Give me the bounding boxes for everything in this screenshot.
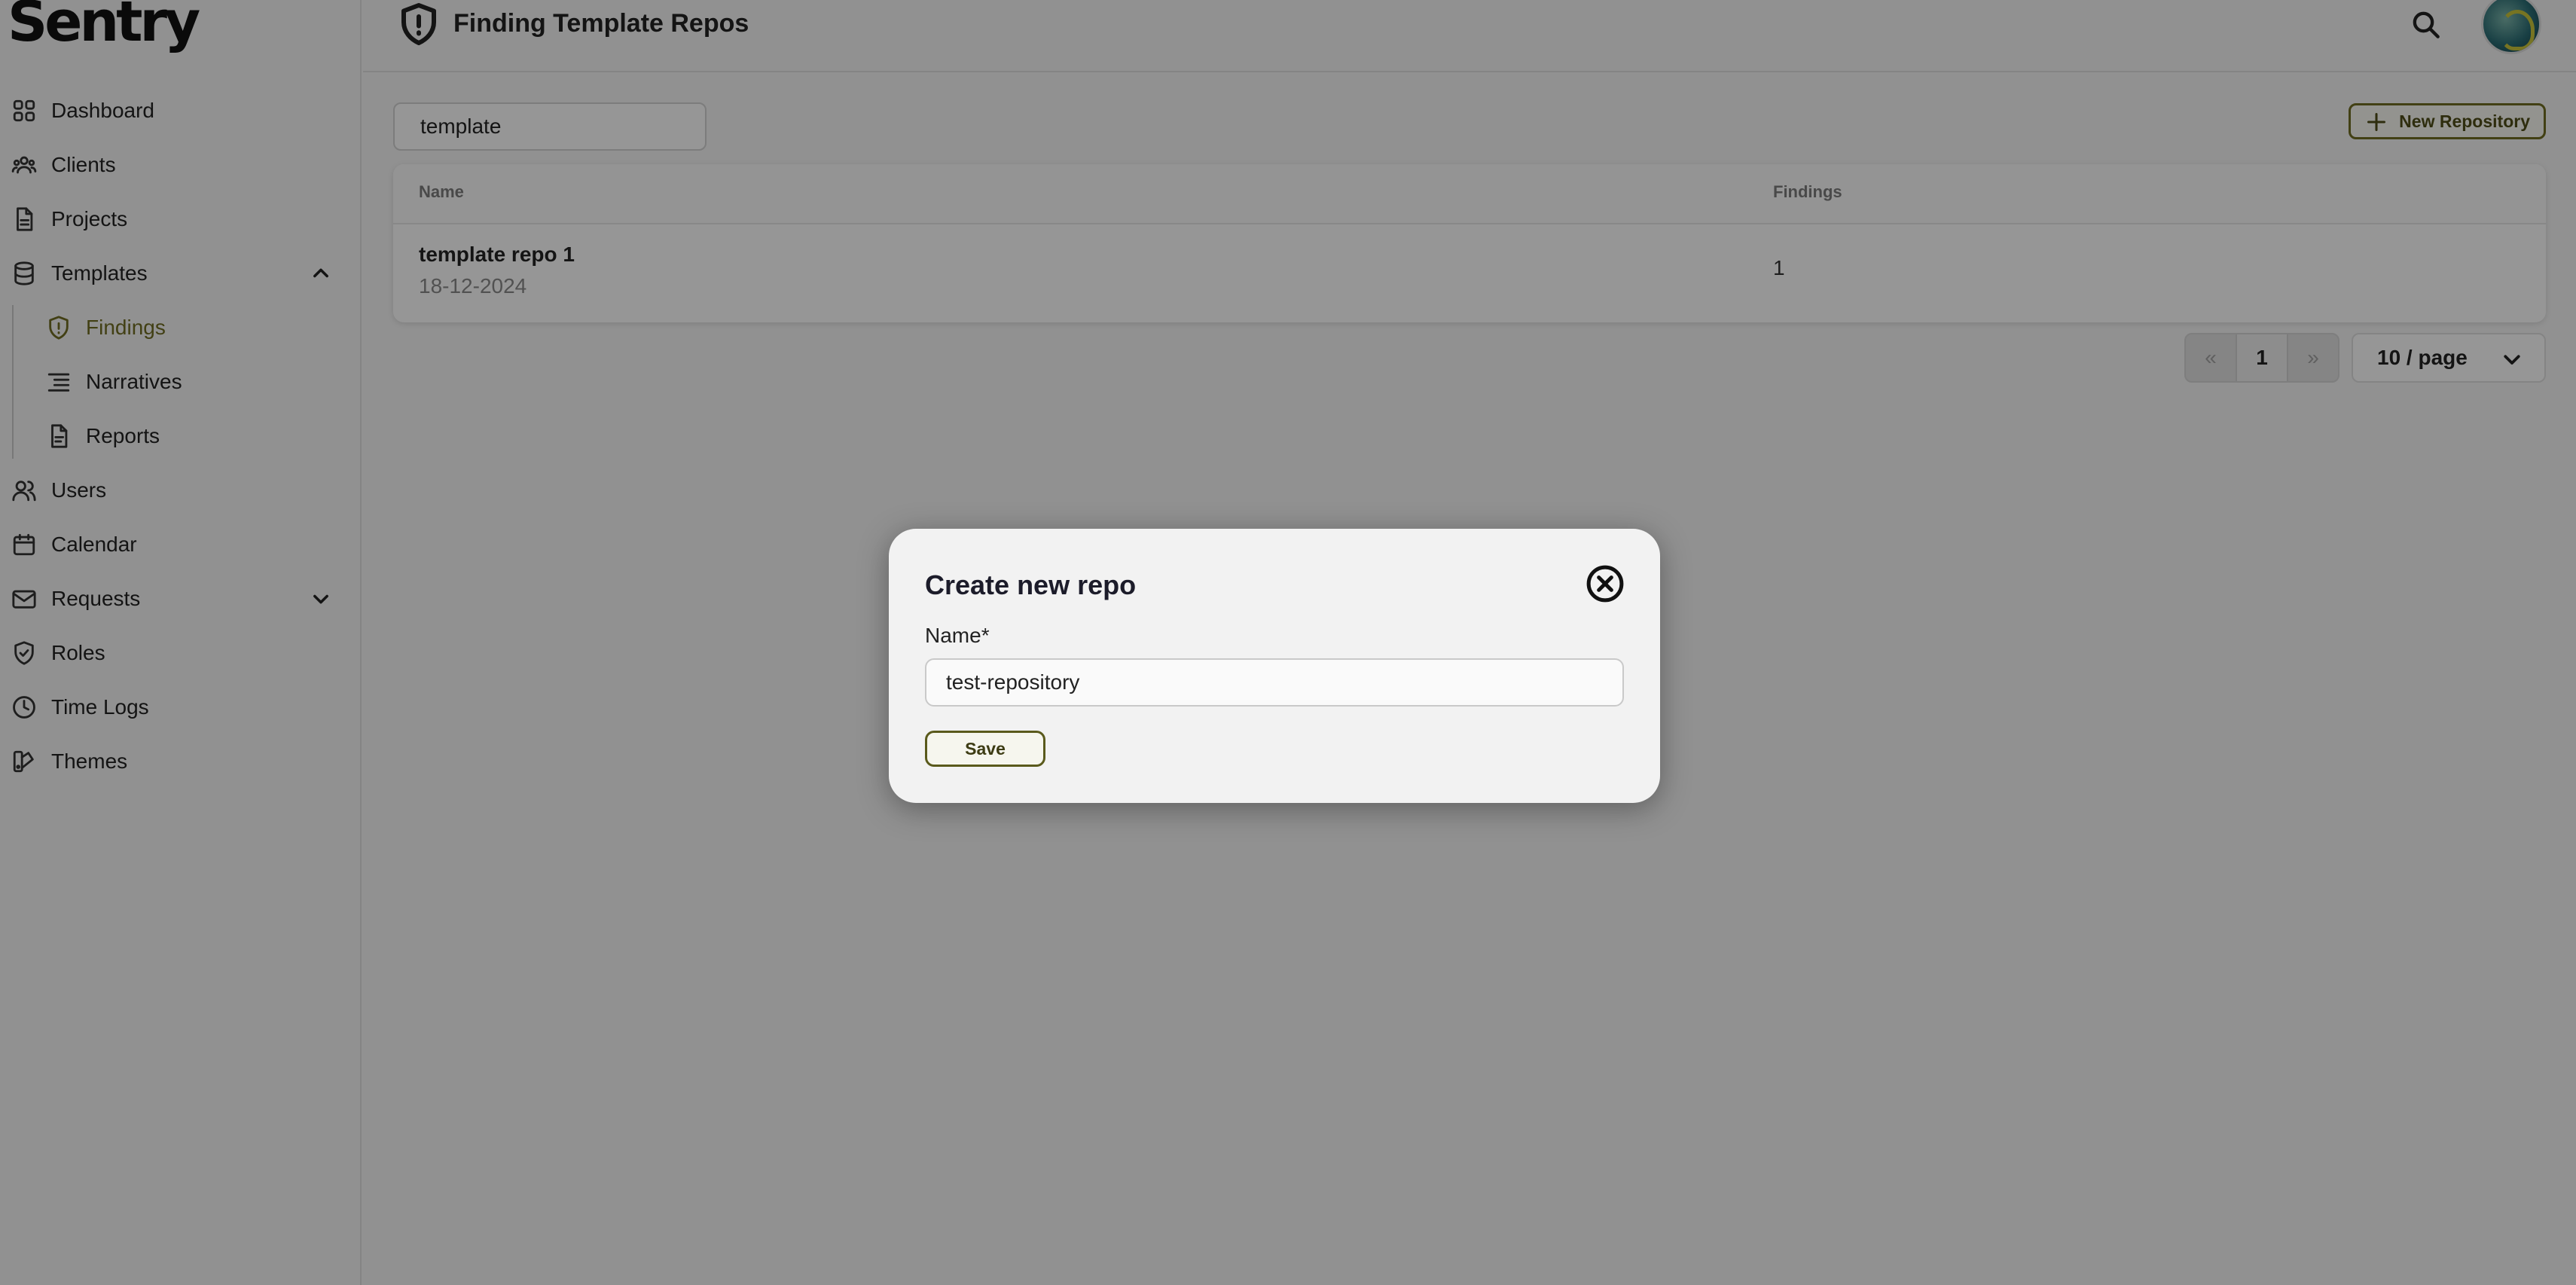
create-repo-dialog: Create new repo Name* Save (889, 529, 1660, 803)
close-icon[interactable] (1586, 565, 1624, 603)
save-button[interactable]: Save (925, 731, 1045, 767)
dialog-title: Create new repo (925, 569, 1137, 600)
name-field-label: Name* (925, 624, 990, 647)
name-field[interactable] (925, 658, 1624, 707)
